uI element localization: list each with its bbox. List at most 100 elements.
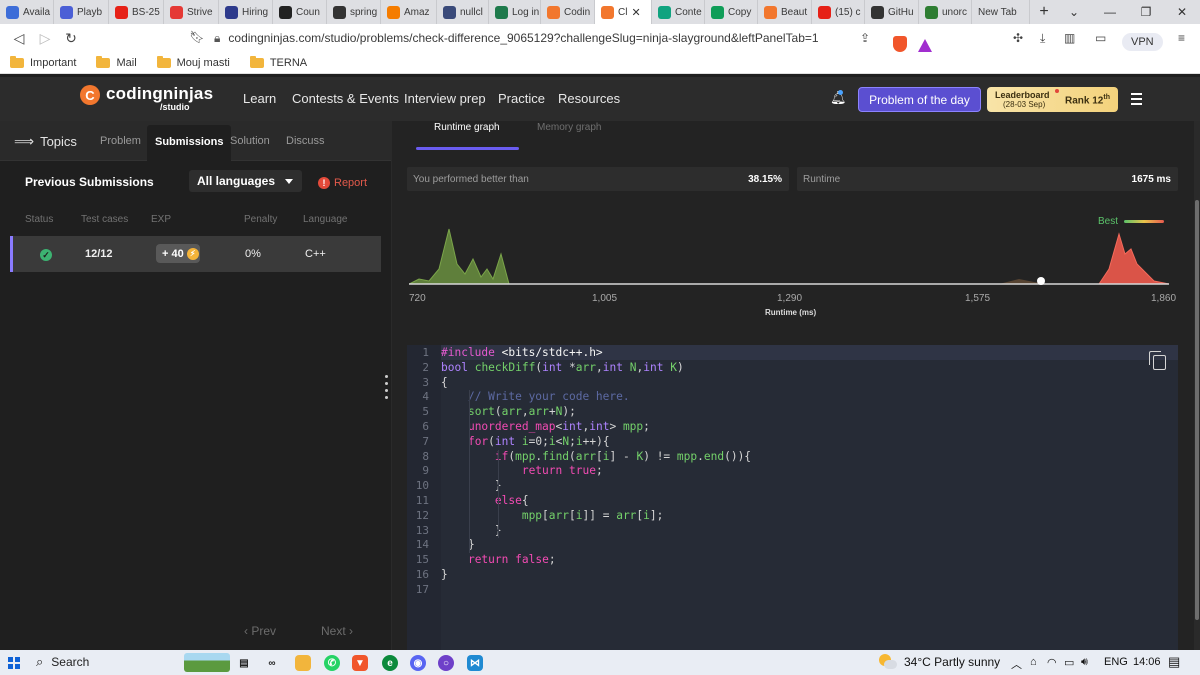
leaderboard-button[interactable]: Leaderboard (28-03 Sep) Rank 12th — [987, 87, 1118, 112]
share-icon[interactable]: ⇪ — [860, 24, 870, 52]
submission-row[interactable]: ✓ 12/12 + 40 ⚡︎ 0% C++ — [10, 236, 381, 272]
brave-icon[interactable]: ▼ — [352, 655, 368, 671]
copy-icon[interactable] — [1149, 351, 1166, 370]
window-controls: ⌄ — ❐ ✕ — [1056, 0, 1200, 24]
language-select[interactable]: All languages — [189, 170, 302, 192]
clock[interactable]: 14:06 — [1133, 656, 1161, 668]
browser-tab[interactable]: Conte — [652, 0, 705, 24]
browser-tab[interactable]: Amaz — [381, 0, 437, 24]
tab-search-icon[interactable]: ⌄ — [1056, 5, 1092, 19]
un-icon — [225, 5, 238, 19]
tab-submissions[interactable]: Submissions — [147, 125, 232, 161]
nav-resources[interactable]: Resources — [558, 91, 620, 106]
prev-button[interactable]: ‹ Prev — [244, 624, 276, 638]
tab-discuss[interactable]: Discuss — [286, 135, 325, 147]
reload-icon[interactable]: ↻ — [58, 30, 84, 47]
tray-chevron-icon[interactable]: ︿ — [1011, 656, 1022, 672]
browser-tab-label: Codin — [564, 6, 591, 18]
tab-memory-graph[interactable]: Memory graph — [537, 122, 601, 133]
indent-guide — [498, 494, 499, 539]
browser-tab[interactable]: Log in — [489, 0, 541, 24]
browser-tab[interactable]: Strive — [164, 0, 219, 24]
browser-tab[interactable]: Copy — [705, 0, 758, 24]
download-icon[interactable]: ⤓ — [1040, 24, 1045, 52]
nav-practice[interactable]: Practice — [498, 91, 545, 106]
next-button[interactable]: Next › — [321, 624, 353, 638]
file-explorer-icon[interactable] — [295, 655, 311, 671]
sidebar-icon[interactable]: ▥ — [1064, 24, 1075, 52]
logo-icon[interactable]: C — [80, 85, 100, 105]
browser-tab[interactable]: Availa — [0, 0, 54, 24]
browser-tab[interactable]: Codin — [541, 0, 595, 24]
browser-tab[interactable]: Coun — [273, 0, 327, 24]
new-tab-icon[interactable]: + — [1030, 3, 1058, 21]
browser-tab[interactable]: Beaut — [758, 0, 812, 24]
browser-tab[interactable]: nullcl — [437, 0, 489, 24]
bookmarks-bar: Important Mail Mouj masti TERNA — [0, 52, 1200, 74]
wifi-icon[interactable]: ◠ — [1047, 656, 1057, 669]
browser-tab[interactable]: Playb — [54, 0, 109, 24]
topics-button[interactable]: ⟹ Topics — [14, 133, 77, 150]
github-desktop-icon[interactable]: ○ — [438, 655, 454, 671]
nav-interview-prep[interactable]: Interview prep — [404, 91, 486, 106]
weather-text[interactable]: 34°C Partly sunny — [904, 655, 1000, 669]
edge-icon[interactable]: e — [382, 655, 398, 671]
address-bar-row: ◁ ▷ ↻ 🔖︎ 🔒︎ codingninjas.com/studio/prob… — [0, 24, 1200, 52]
tray-camera-icon[interactable]: ⌂ — [1030, 656, 1037, 668]
code-line: { — [441, 375, 448, 389]
restore-icon[interactable]: ❐ — [1128, 5, 1164, 19]
bookmark-mouj-masti[interactable]: Mouj masti — [156, 55, 230, 69]
task-view-icon[interactable]: ▤ — [236, 655, 252, 671]
bookmark-mail[interactable]: Mail — [96, 55, 137, 69]
github-icon — [871, 5, 884, 19]
report-button[interactable]: ! Report — [318, 177, 367, 189]
tab-problem[interactable]: Problem — [100, 135, 141, 147]
volume-icon[interactable]: 🔊︎ — [1081, 656, 1088, 669]
tab-solution[interactable]: Solution — [230, 135, 270, 147]
logo-text[interactable]: codingninjas — [106, 84, 213, 104]
scrollbar-thumb[interactable] — [1195, 200, 1199, 620]
whatsapp-icon[interactable]: ✆ — [324, 655, 340, 671]
browser-tab[interactable]: New Tab — [972, 0, 1030, 24]
browser-tab[interactable]: Cl ✕ — [595, 0, 652, 24]
extensions-icon[interactable]: ✣ — [1013, 24, 1023, 52]
windows-taskbar: ⌕ Search ▤ ∞ ✆ ▼ e ◉ ○ ⋈ 34°C Partly sunn… — [0, 650, 1200, 675]
nav-learn[interactable]: Learn — [243, 91, 276, 106]
copilot-icon[interactable]: ∞ — [264, 655, 280, 671]
U-icon — [6, 5, 19, 19]
back-icon[interactable]: ◁ — [6, 30, 32, 47]
taskbar-search[interactable]: ⌕ Search — [36, 654, 89, 670]
browser-tab[interactable]: unorc — [919, 0, 972, 24]
browser-tab[interactable]: BS-25 — [109, 0, 164, 24]
url-field[interactable]: 🔒︎ codingninjas.com/studio/problems/chec… — [214, 27, 939, 49]
weather-icon[interactable] — [879, 654, 897, 670]
battery-icon[interactable]: ▭ — [1064, 656, 1074, 669]
windows-start-icon[interactable] — [8, 657, 20, 669]
bookmark-important[interactable]: Important — [10, 55, 76, 69]
bookmark-terna[interactable]: TERNA — [249, 55, 307, 69]
indent-guide — [469, 390, 470, 554]
vscode-icon[interactable]: ⋈ — [467, 655, 483, 671]
nav-contests[interactable]: Contests & Events — [292, 91, 399, 106]
performance-box: You performed better than 38.15% — [407, 167, 789, 191]
close-icon[interactable]: ✕ — [1164, 5, 1200, 19]
hamburger-icon[interactable] — [1131, 93, 1142, 108]
browser-tab[interactable]: GitHu — [865, 0, 919, 24]
browser-tab[interactable]: (15) c — [812, 0, 865, 24]
browser-tab[interactable]: Hiring — [219, 0, 273, 24]
discord-icon[interactable]: ◉ — [410, 655, 426, 671]
close-tab-icon[interactable]: ✕ — [631, 6, 640, 19]
tab-runtime-graph[interactable]: Runtime graph — [434, 122, 500, 133]
drag-handle-icon[interactable] — [385, 375, 388, 403]
forward-icon[interactable]: ▷ — [32, 30, 58, 47]
folder-icon — [156, 55, 171, 68]
language-indicator[interactable]: ENG — [1104, 656, 1128, 668]
problem-of-the-day-button[interactable]: Problem of the day — [858, 87, 981, 112]
code-editor[interactable]: 1 2 3 4 5 6 7 8 9 10 11 12 13 14 15 16 17 #include <bits… — [407, 345, 1178, 650]
bookmark-icon[interactable]: 🔖︎ — [184, 30, 210, 44]
wallet-icon[interactable]: ▭ — [1095, 24, 1106, 52]
notification-icon[interactable]: ▤ — [1168, 654, 1180, 670]
browser-tab[interactable]: spring — [327, 0, 381, 24]
minimize-icon[interactable]: — — [1092, 5, 1128, 19]
menu-icon[interactable]: ≡ — [1178, 24, 1185, 52]
